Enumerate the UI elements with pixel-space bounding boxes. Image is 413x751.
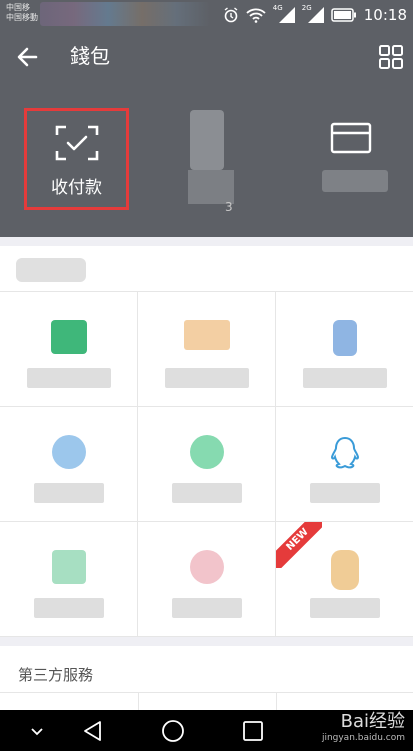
service-label-blurred <box>171 483 242 503</box>
status-time: 10:18 <box>363 6 407 24</box>
status-icons: 4G 2G 10:18 <box>223 4 407 25</box>
section-title-blurred <box>16 258 86 282</box>
service-icon <box>50 320 87 354</box>
divider <box>0 237 413 246</box>
scan-check-icon <box>55 125 98 161</box>
service-cell[interactable]: NEW <box>276 522 413 637</box>
service-cell[interactable] <box>138 407 276 522</box>
service-cell[interactable] <box>138 522 276 637</box>
new-badge-label: NEW <box>276 522 322 568</box>
alarm-icon <box>224 7 238 23</box>
blurred-notification-icons <box>40 2 210 26</box>
wifi-icon <box>246 8 266 23</box>
service-icon <box>189 550 224 584</box>
service-icon <box>332 320 357 356</box>
watermark-url: jingyan.baidu.com <box>321 733 405 743</box>
card-icon[interactable] <box>330 122 372 154</box>
service-cell[interactable] <box>0 522 138 637</box>
service-cell[interactable] <box>0 407 138 522</box>
status-bar: 中国移 中国移動 4G 2G 10:18 <box>0 0 413 30</box>
signal-4g-icon: 4G <box>273 4 295 23</box>
service-label-blurred <box>164 368 249 388</box>
service-label-blurred <box>309 598 380 618</box>
service-cell[interactable] <box>276 407 413 522</box>
back-arrow-icon <box>17 47 38 67</box>
service-cell[interactable] <box>276 292 413 407</box>
service-label-blurred <box>26 368 111 388</box>
carrier-line-1: 中国移 <box>6 3 30 12</box>
chevron-down-icon[interactable] <box>24 718 50 744</box>
third-party-title: 第三方服務 <box>18 666 94 684</box>
carrier-line-2: 中国移動 <box>6 13 38 22</box>
service-icon <box>51 435 86 469</box>
service-label-blurred <box>33 598 104 618</box>
nav-recents-icon[interactable] <box>240 718 266 744</box>
baidu-watermark: Bai经验 jingyan.baidu.com <box>322 712 405 744</box>
service-icon <box>189 435 224 469</box>
watermark-brand: Bai经验 <box>340 711 405 732</box>
pay-receive-label: 收付款 <box>51 178 102 198</box>
penguin-icon <box>330 436 359 469</box>
service-icon <box>183 320 230 350</box>
card-label-blurred <box>322 170 388 192</box>
service-cell[interactable] <box>138 292 276 407</box>
service-label-blurred <box>33 483 104 503</box>
divider <box>0 637 413 646</box>
pay-receive-button[interactable]: 收付款 <box>24 108 129 210</box>
service-icon <box>330 550 359 590</box>
carrier-info: 中国移 中国移動 <box>6 3 38 23</box>
system-nav-bar: Bai经验 jingyan.baidu.com <box>0 710 413 751</box>
battery-icon <box>331 8 356 22</box>
service-label-blurred <box>302 368 387 388</box>
new-badge: NEW <box>276 522 322 568</box>
signal-2g-icon: 2G <box>302 4 324 23</box>
nav-back-icon[interactable] <box>80 718 106 744</box>
service-label-blurred <box>309 483 380 503</box>
grid-icon <box>379 45 403 69</box>
service-label-blurred <box>171 598 242 618</box>
wallet-header: 錢包 收付款 3 <box>0 30 413 237</box>
grid-view-button[interactable] <box>378 44 404 70</box>
balance-button-blurred[interactable]: 3 <box>185 110 235 220</box>
service-icon <box>51 550 86 584</box>
nav-home-icon[interactable] <box>160 718 186 744</box>
page-title: 錢包 <box>70 44 110 68</box>
third-party-grid <box>0 692 413 711</box>
back-button[interactable] <box>14 44 44 70</box>
service-cell[interactable] <box>0 292 138 407</box>
